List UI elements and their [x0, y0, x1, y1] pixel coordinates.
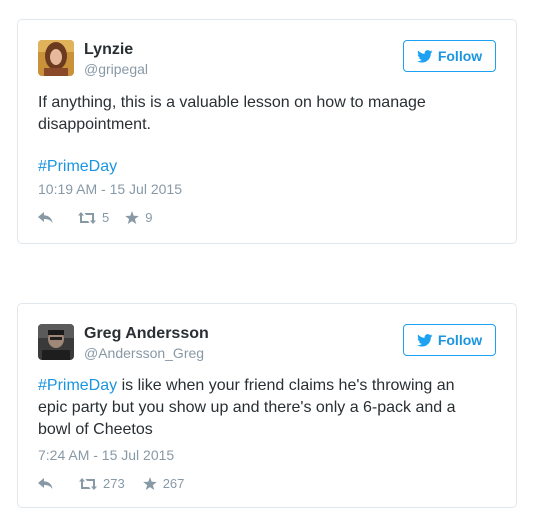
- tweet-actions: 273 267: [38, 476, 184, 491]
- avatar[interactable]: [38, 40, 74, 76]
- tweet-timestamp[interactable]: 7:24 AM - 15 Jul 2015: [38, 447, 174, 463]
- tweet-timestamp[interactable]: 10:19 AM - 15 Jul 2015: [38, 181, 182, 197]
- avatar[interactable]: [38, 324, 74, 360]
- author-handle[interactable]: @gripegal: [84, 61, 148, 77]
- tweet-actions: 5 9: [38, 210, 152, 225]
- follow-button[interactable]: Follow: [403, 40, 496, 72]
- author-name[interactable]: Lynzie: [84, 41, 133, 59]
- author-name[interactable]: Greg Andersson: [84, 325, 209, 343]
- retweet-icon: [79, 477, 103, 490]
- like-button[interactable]: 9: [125, 210, 152, 225]
- twitter-bird-icon: [416, 49, 433, 63]
- follow-label: Follow: [437, 48, 483, 64]
- reply-arrow-icon: [38, 478, 53, 489]
- author-handle[interactable]: @Andersson_Greg: [84, 345, 204, 361]
- star-icon: [125, 211, 145, 224]
- hashtag-link[interactable]: #PrimeDay: [38, 158, 117, 175]
- retweet-count: 273: [103, 476, 125, 491]
- tweet-card: Lynzie @gripegal Follow If anything, thi…: [17, 19, 517, 244]
- retweet-button[interactable]: 273: [79, 476, 125, 491]
- twitter-bird-icon: [416, 333, 433, 347]
- like-count: 267: [162, 476, 185, 491]
- star-icon: [142, 477, 163, 490]
- like-button[interactable]: 267: [142, 476, 185, 491]
- like-count: 9: [145, 210, 153, 225]
- retweet-button[interactable]: 5: [78, 210, 109, 225]
- reply-arrow-icon: [38, 212, 53, 223]
- tweet-text: If anything, this is a valuable lesson o…: [38, 94, 426, 133]
- tweet-card: Greg Andersson @Andersson_Greg Follow #P…: [17, 303, 517, 508]
- retweet-count: 5: [102, 210, 110, 225]
- hashtag-link[interactable]: #PrimeDay: [38, 377, 117, 394]
- retweet-icon: [78, 211, 102, 224]
- tweet-text: #PrimeDay is like when your friend claim…: [38, 375, 486, 441]
- reply-button[interactable]: [38, 212, 53, 223]
- follow-button[interactable]: Follow: [403, 324, 496, 356]
- follow-label: Follow: [437, 332, 483, 348]
- reply-button[interactable]: [38, 478, 53, 489]
